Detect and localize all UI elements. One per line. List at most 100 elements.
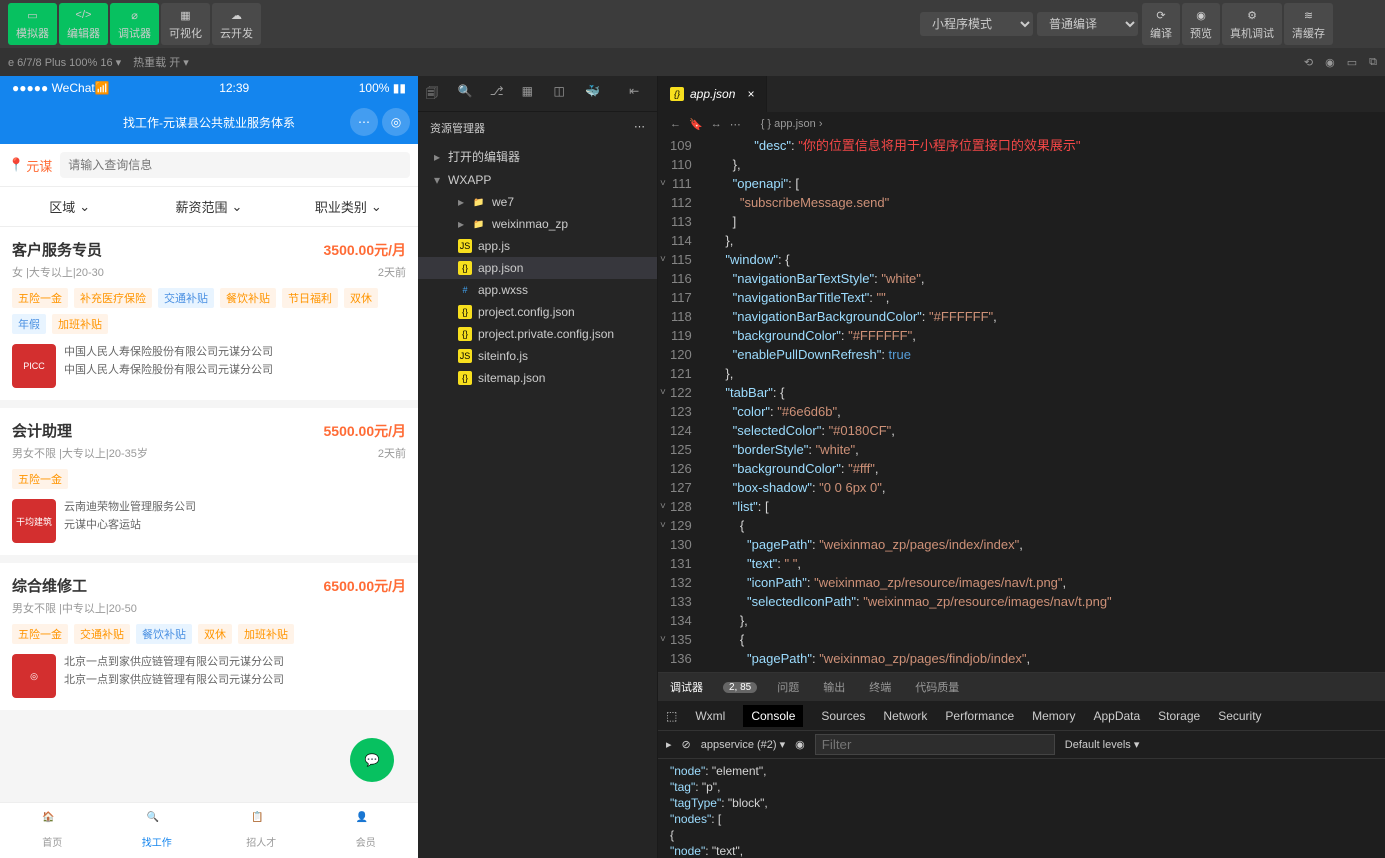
grid-icon: ▦ — [178, 7, 194, 23]
collapse-icon[interactable]: ⇤ — [629, 84, 649, 104]
console-filter[interactable] — [815, 734, 1055, 755]
search-input[interactable] — [60, 152, 410, 178]
company-name: 中国人民人寿保险股份有限公司元谋分公司 — [64, 344, 273, 362]
tab-problems[interactable]: 问题 — [773, 679, 803, 695]
company-name: 北京一点到家供应链管理有限公司元谋分公司 — [64, 654, 284, 672]
capsule-close-icon[interactable]: ◎ — [382, 108, 410, 136]
tab-output[interactable]: 输出 — [819, 679, 849, 695]
dt-appdata[interactable]: AppData — [1093, 709, 1140, 723]
more-icon[interactable]: ⋯ — [730, 118, 741, 131]
device-select[interactable]: e 6/7/8 Plus 100% 16 ▾ — [8, 56, 121, 69]
filter-category[interactable]: 职业类别 ⌄ — [279, 187, 418, 226]
compile-button[interactable]: ⟳编译 — [1142, 3, 1180, 45]
remote-debug-button[interactable]: ⚙真机调试 — [1222, 3, 1282, 45]
dt-network[interactable]: Network — [883, 709, 927, 723]
file-app.wxss[interactable]: #app.wxss — [418, 279, 657, 301]
location-button[interactable]: 📍元谋 — [8, 156, 52, 175]
inspect-icon[interactable]: ⬚ — [666, 709, 677, 723]
tab-0[interactable]: 🏠首页 — [0, 803, 105, 858]
file-project.private.config.json[interactable]: {}project.private.config.json — [418, 323, 657, 345]
file-label: app.wxss — [478, 283, 528, 297]
dt-storage[interactable]: Storage — [1158, 709, 1200, 723]
project-section[interactable]: ▾WXAPP — [418, 169, 657, 191]
cloud-button[interactable]: ☁云开发 — [212, 3, 261, 45]
file-app.js[interactable]: JSapp.js — [418, 235, 657, 257]
search-icon[interactable]: 🔍 — [458, 84, 478, 104]
visual-button[interactable]: ▦可视化 — [161, 3, 210, 45]
branch-icon[interactable]: ⎇ — [490, 84, 510, 104]
simulator-button[interactable]: ▭模拟器 — [8, 3, 57, 45]
breadcrumb[interactable]: ← 🔖 ↔ ⋯ { } app.json › — [658, 112, 1385, 136]
chevron-right-icon: ▸ — [458, 195, 466, 209]
dt-security[interactable]: Security — [1218, 709, 1261, 723]
job-tags: 五险一金交通补贴餐饮补贴双休加班补贴 — [12, 624, 406, 644]
chevron-down-icon: ⌄ — [232, 199, 243, 215]
more-icon[interactable]: ⋯ — [634, 120, 645, 136]
editor-tab-appjson[interactable]: {} app.json × — [658, 76, 767, 112]
clear-cache-button[interactable]: ≋清缓存 — [1284, 3, 1333, 45]
dt-performance[interactable]: Performance — [945, 709, 1014, 723]
console-line: "tagType": "block", — [670, 795, 1373, 811]
company-address: 元谋中心客运站 — [64, 517, 196, 535]
mode-select[interactable]: 小程序模式 — [920, 12, 1033, 36]
back-icon[interactable]: ← — [670, 118, 681, 130]
eye-icon[interactable]: ◉ — [795, 738, 805, 751]
tab-icon: 📋 — [251, 812, 271, 832]
code-editor[interactable]: 109110˅111112113114˅11511611711811912012… — [658, 136, 1385, 672]
file-sitemap.json[interactable]: {}sitemap.json — [418, 367, 657, 389]
chevron-down-icon: ⌄ — [371, 199, 382, 215]
preview-button[interactable]: ◉预览 — [1182, 3, 1220, 45]
forward-icon[interactable]: ↔ — [711, 118, 722, 130]
compile-select[interactable]: 普通编译 — [1037, 12, 1138, 36]
debugger-button[interactable]: ⌀调试器 — [110, 3, 159, 45]
capsule-more-icon[interactable]: ⋯ — [350, 108, 378, 136]
job-tag: 五险一金 — [12, 469, 68, 489]
context-select[interactable]: appservice (#2) ▾ — [701, 738, 785, 751]
json-icon: {} — [458, 327, 472, 341]
sub-icon[interactable]: ⟲ — [1304, 56, 1313, 69]
hotreload-toggle[interactable]: 热重载 开 ▾ — [133, 54, 189, 70]
file-tree: ▸打开的编辑器 ▾WXAPP ▸📁we7▸📁weixinmao_zpJSapp.… — [418, 144, 657, 389]
file-siteinfo.js[interactable]: JSsiteinfo.js — [418, 345, 657, 367]
db-icon[interactable]: ◫ — [553, 84, 573, 104]
dt-console[interactable]: Console — [743, 705, 803, 727]
filter-salary[interactable]: 薪资范围 ⌄ — [139, 187, 278, 226]
job-card[interactable]: 综合维修工6500.00元/月 男女不限 |中专以上|20-50 五险一金交通补… — [0, 563, 418, 710]
tab-2[interactable]: 📋招人才 — [209, 803, 314, 858]
dt-sources[interactable]: Sources — [821, 709, 865, 723]
dt-memory[interactable]: Memory — [1032, 709, 1075, 723]
ext-icon[interactable]: ▦ — [522, 84, 542, 104]
sub-icon[interactable]: ◉ — [1325, 56, 1335, 69]
bookmark-icon[interactable]: 🔖 — [689, 118, 703, 131]
company-logo: 干均建筑 — [12, 499, 56, 543]
devtools-tabs: ⬚ Wxml Console Sources Network Performan… — [658, 701, 1385, 731]
job-card[interactable]: 会计助理5500.00元/月 男女不限 |大专以上|20-35岁2天前 五险一金… — [0, 408, 418, 555]
file-app.json[interactable]: {}app.json — [418, 257, 657, 279]
file-we7[interactable]: ▸📁we7 — [418, 191, 657, 213]
docker-icon[interactable]: 🐳 — [585, 84, 605, 104]
file-weixinmao_zp[interactable]: ▸📁weixinmao_zp — [418, 213, 657, 235]
job-list[interactable]: 客户服务专员3500.00元/月 女 |大专以上|20-302天前 五险一金补充… — [0, 227, 418, 802]
chat-fab[interactable]: 💬 — [350, 738, 394, 782]
clear-icon[interactable]: ⊘ — [682, 738, 691, 751]
sub-icon[interactable]: ⧉ — [1369, 56, 1377, 69]
play-icon[interactable]: ▸ — [666, 738, 672, 751]
tab-1[interactable]: 🔍找工作 — [105, 803, 210, 858]
levels-select[interactable]: Default levels ▾ — [1065, 738, 1140, 751]
editor-button[interactable]: </>编辑器 — [59, 3, 108, 45]
file-project.config.json[interactable]: {}project.config.json — [418, 301, 657, 323]
dt-wxml[interactable]: Wxml — [695, 709, 725, 723]
job-tag: 交通补贴 — [158, 288, 214, 308]
close-icon[interactable]: × — [747, 87, 754, 101]
files-icon[interactable]: 🗐 — [426, 84, 446, 104]
job-card[interactable]: 客户服务专员3500.00元/月 女 |大专以上|20-302天前 五险一金补充… — [0, 227, 418, 400]
open-editors-section[interactable]: ▸打开的编辑器 — [418, 144, 657, 169]
sub-icon[interactable]: ▭ — [1347, 56, 1357, 69]
tab-debugger[interactable]: 调试器 — [666, 679, 707, 695]
filter-region[interactable]: 区域 ⌄ — [0, 187, 139, 226]
tab-quality[interactable]: 代码质量 — [911, 679, 963, 695]
tab-terminal[interactable]: 终端 — [865, 679, 895, 695]
tab-3[interactable]: 👤会员 — [314, 803, 419, 858]
company-logo: ◎ — [12, 654, 56, 698]
console-output[interactable]: "node": "element", "tag": "p", "tagType"… — [658, 759, 1385, 858]
